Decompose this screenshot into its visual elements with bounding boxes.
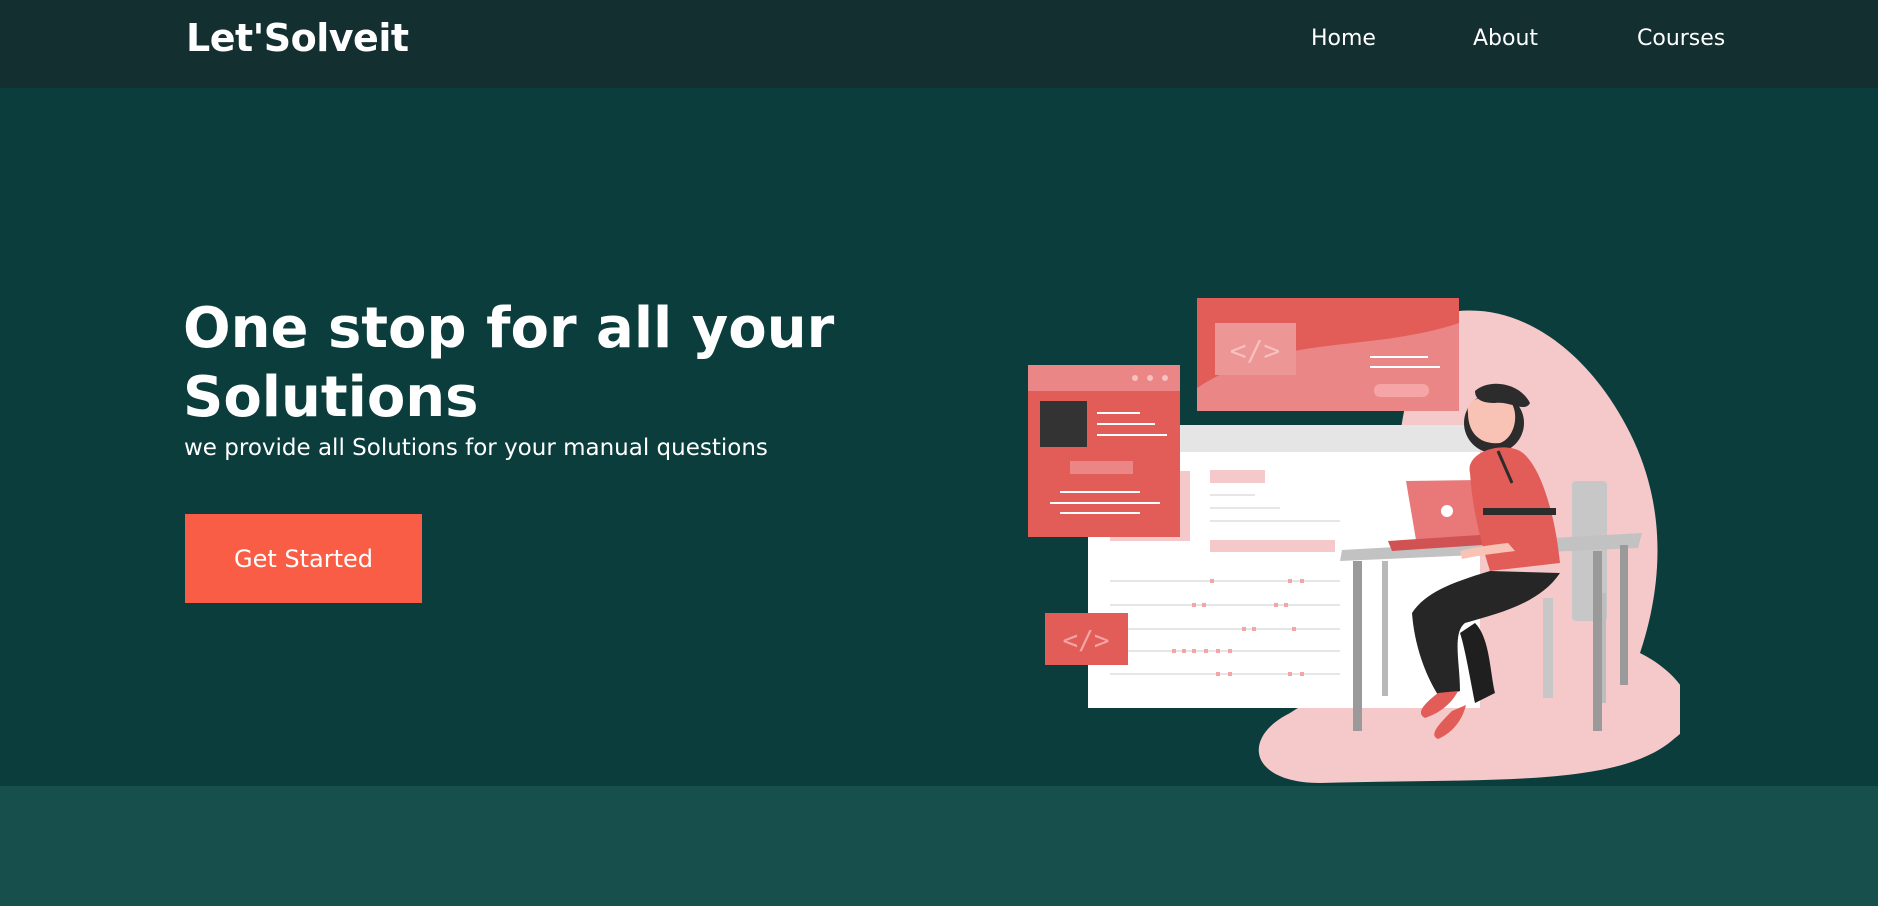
nav-link-courses[interactable]: Courses (1637, 26, 1725, 51)
nav-link-home[interactable]: Home (1311, 26, 1376, 51)
get-started-button[interactable]: Get Started (185, 514, 422, 603)
lower-section-band (0, 786, 1878, 906)
hero-title: One stop for all your Solutions (183, 296, 835, 430)
code-icon-small: </> (1063, 626, 1110, 656)
nav-link-about[interactable]: About (1473, 26, 1538, 51)
hero-subtitle: we provide all Solutions for your manual… (184, 435, 768, 461)
code-icon-top: </> (1230, 334, 1281, 367)
brand-logo[interactable]: Let'Solveit (186, 16, 409, 60)
top-navbar: Let'Solveit Home About Courses (0, 0, 1878, 88)
developer-illustration: </> </> (1028, 298, 1680, 783)
hero-section: One stop for all your Solutions we provi… (0, 88, 1878, 786)
